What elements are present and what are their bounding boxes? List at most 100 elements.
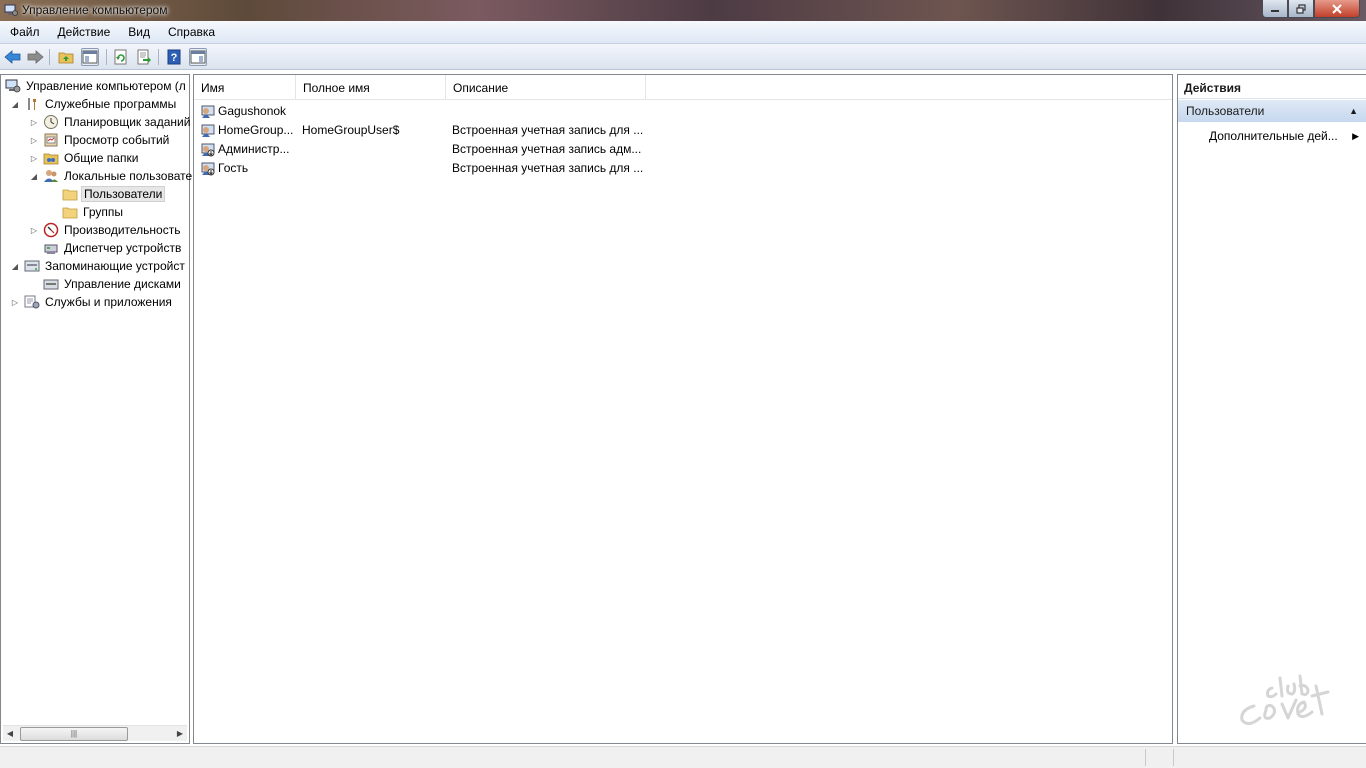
user-icon <box>201 105 215 118</box>
tree-node-groups[interactable]: Группы <box>62 203 125 221</box>
computer-management-icon <box>4 4 18 16</box>
collapsed-arrow-icon[interactable]: ▷ <box>29 226 39 235</box>
table-row[interactable]: Гость Встроенная учетная запись для ... <box>194 159 894 178</box>
collapse-up-icon[interactable]: ▲ <box>1349 100 1358 122</box>
tree-node-computer-management[interactable]: Управление компьютером (л <box>5 77 188 95</box>
export-list-button[interactable] <box>135 48 153 66</box>
svg-text:?: ? <box>171 52 178 64</box>
collapsed-arrow-icon[interactable]: ▷ <box>10 298 20 307</box>
user-name: Администр... <box>218 142 290 156</box>
expanded-arrow-icon[interactable]: ◢ <box>10 262 20 271</box>
table-row[interactable]: HomeGroup... HomeGroupUser$ Встроенная у… <box>194 121 894 140</box>
action-pane-icon <box>190 50 206 64</box>
folder-icon <box>62 186 78 202</box>
window-title: Управление компьютером <box>22 3 168 17</box>
tree-node-system-tools[interactable]: ◢ Служебные программы <box>12 95 178 113</box>
user-description: Встроенная учетная запись для ... <box>452 161 644 175</box>
menu-action[interactable]: Действие <box>48 25 119 39</box>
tree-node-users[interactable]: Пользователи <box>62 185 166 203</box>
folder-up-icon <box>58 52 74 64</box>
menu-file[interactable]: Файл <box>0 25 48 39</box>
services-icon <box>24 294 40 310</box>
forward-arrow-icon <box>27 50 44 64</box>
menu-view[interactable]: Вид <box>118 25 158 39</box>
users-icon <box>43 168 59 184</box>
close-button[interactable] <box>1314 0 1360 18</box>
tree-horizontal-scrollbar[interactable]: ◀ ||| ▶ <box>3 725 187 741</box>
minimize-button[interactable] <box>1262 0 1288 18</box>
maximize-button[interactable] <box>1288 0 1314 18</box>
user-full-name: HomeGroupUser$ <box>302 123 400 137</box>
tree-node-device-manager[interactable]: Диспетчер устройств <box>43 239 183 257</box>
more-actions-item[interactable]: Дополнительные дей... ▶ <box>1209 127 1359 145</box>
user-description: Встроенная учетная запись адм... <box>452 142 642 156</box>
tree-node-storage[interactable]: ◢ Запоминающие устройст <box>12 257 187 275</box>
disabled-user-icon <box>201 162 215 176</box>
user-name: HomeGroup... <box>218 123 294 137</box>
collapsed-arrow-icon[interactable]: ▷ <box>29 154 39 163</box>
menu-help[interactable]: Справка <box>158 25 223 39</box>
column-header-description[interactable]: Описание <box>446 75 646 100</box>
status-panel-secondary <box>1146 749 1174 766</box>
refresh-button[interactable] <box>112 48 130 66</box>
collapsed-arrow-icon[interactable]: ▷ <box>29 118 39 127</box>
status-panel-main <box>0 749 1146 766</box>
user-description: Встроенная учетная запись для ... <box>452 123 644 137</box>
show-hide-action-pane-button[interactable] <box>189 48 207 66</box>
tree-node-services-apps[interactable]: ▷ Службы и приложения <box>12 293 174 311</box>
user-name: Гость <box>218 161 249 175</box>
console-tree[interactable]: Управление компьютером (л ◢ Служебные пр… <box>0 74 192 744</box>
more-actions-label: Дополнительные дей... <box>1209 129 1338 143</box>
submenu-arrow-icon: ▶ <box>1352 131 1359 141</box>
forward-button[interactable] <box>26 48 44 66</box>
collapsed-arrow-icon[interactable]: ▷ <box>29 136 39 145</box>
help-button[interactable]: ? <box>165 48 183 66</box>
table-row[interactable]: Администр... Встроенная учетная запись а… <box>194 140 894 159</box>
actions-header: Действия <box>1178 77 1366 99</box>
disabled-user-icon <box>201 143 215 157</box>
help-icon: ? <box>167 49 181 65</box>
event-viewer-icon <box>43 132 59 148</box>
back-button[interactable] <box>4 48 22 66</box>
column-header-row: Имя Полное имя Описание <box>194 75 1172 100</box>
user-name: Gagushonok <box>218 104 287 118</box>
clock-icon <box>43 114 59 130</box>
column-header-name[interactable]: Имя <box>194 75 296 100</box>
expanded-arrow-icon[interactable]: ◢ <box>10 100 20 109</box>
status-bar <box>0 746 1366 768</box>
menu-bar: Файл Действие Вид Справка <box>0 21 1366 44</box>
tree-node-shared-folders[interactable]: ▷ Общие папки <box>31 149 140 167</box>
minimize-icon <box>1271 9 1279 12</box>
title-bar: Управление компьютером <box>0 0 1366 21</box>
tree-node-performance[interactable]: ▷ Производительность <box>31 221 182 239</box>
export-list-icon <box>137 49 151 65</box>
column-header-full-name[interactable]: Полное имя <box>296 75 446 100</box>
expanded-arrow-icon[interactable]: ◢ <box>29 172 39 181</box>
computer-management-icon <box>5 78 21 94</box>
scroll-left-arrow-icon[interactable]: ◀ <box>3 726 17 742</box>
actions-section-users[interactable]: Пользователи ▲ <box>1178 100 1366 122</box>
toolbar: ? <box>0 44 1366 70</box>
scrollbar-thumb[interactable]: ||| <box>20 727 128 741</box>
tree-node-local-users[interactable]: ◢ Локальные пользовате <box>31 167 194 185</box>
performance-icon <box>43 222 59 238</box>
show-hide-console-tree-button[interactable] <box>81 48 99 66</box>
folder-icon <box>62 204 78 220</box>
tools-icon <box>24 96 40 112</box>
restore-icon <box>1296 3 1306 14</box>
console-tree-icon <box>82 50 98 64</box>
device-manager-icon <box>43 240 59 256</box>
disk-management-icon <box>43 276 59 292</box>
actions-pane: Действия Пользователи ▲ Дополнительные д… <box>1177 74 1366 744</box>
scroll-right-arrow-icon[interactable]: ▶ <box>173 726 187 742</box>
storage-icon <box>24 258 40 274</box>
tree-node-disk-management[interactable]: Управление дисками <box>43 275 183 293</box>
shared-folder-icon <box>43 150 59 166</box>
up-level-button[interactable] <box>57 48 75 66</box>
tree-node-task-scheduler[interactable]: ▷ Планировщик заданий <box>31 113 192 131</box>
table-row[interactable]: Gagushonok <box>194 102 894 121</box>
users-list-view[interactable]: Имя Полное имя Описание Gagushonok HomeG… <box>193 74 1173 744</box>
actions-section-label: Пользователи <box>1186 104 1265 118</box>
club-sovet-watermark-logo <box>1240 674 1330 725</box>
tree-node-event-viewer[interactable]: ▷ Просмотр событий <box>31 131 171 149</box>
